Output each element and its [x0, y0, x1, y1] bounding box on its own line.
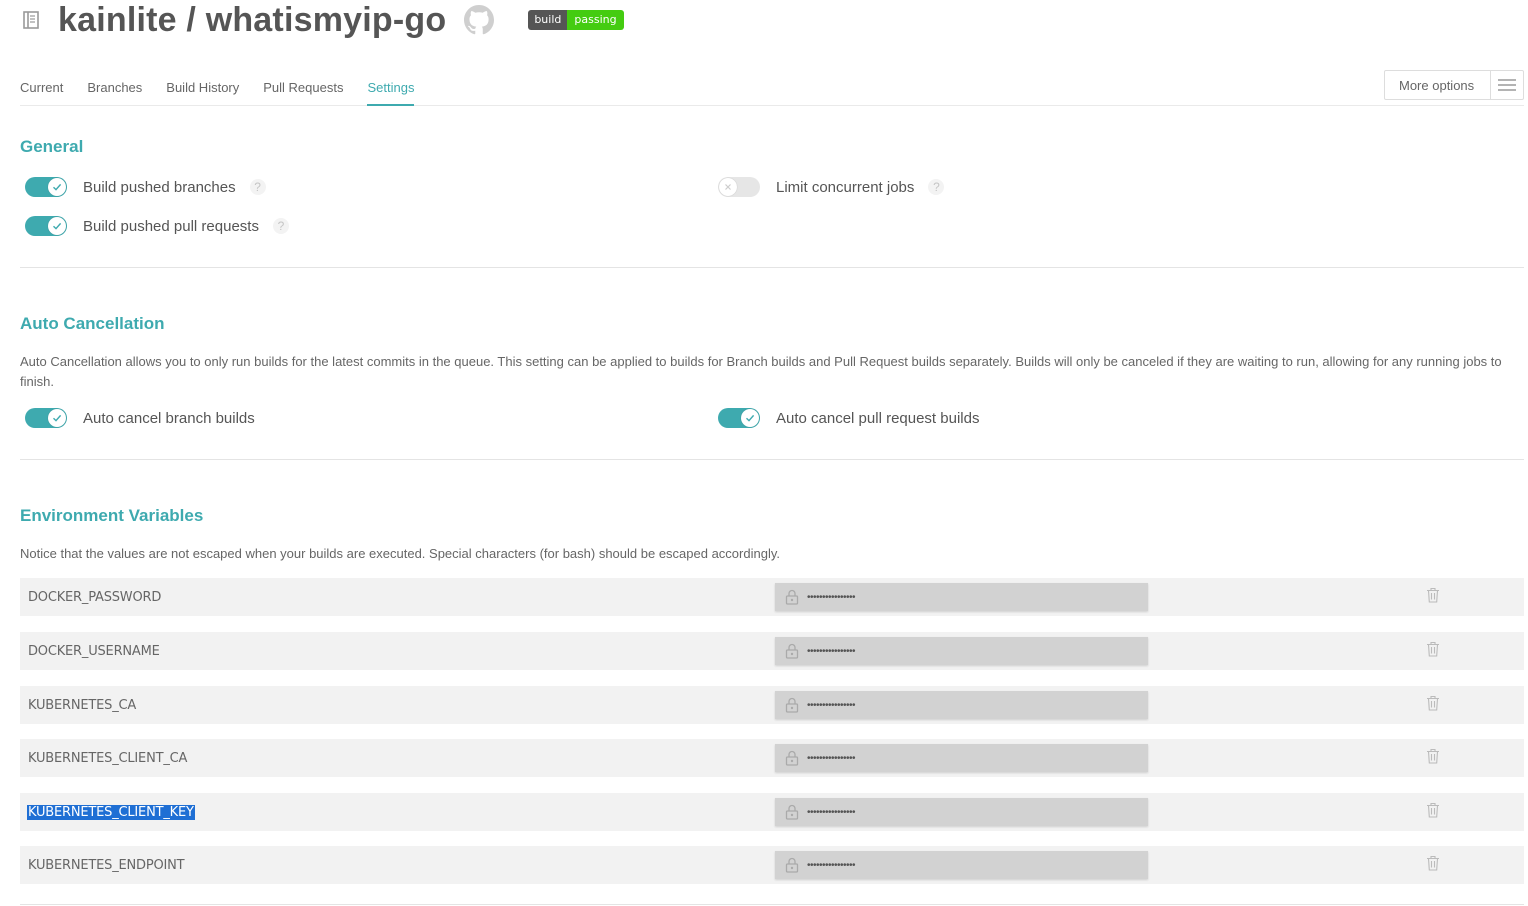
- build-pushed-branches-setting: Build pushed branches ?: [20, 175, 266, 199]
- trash-icon[interactable]: [1426, 587, 1440, 603]
- auto-cancel-branch-setting: Auto cancel branch builds: [20, 406, 255, 430]
- env-var-value: ••••••••••••••••: [775, 744, 1148, 772]
- build-pushed-pull-requests-label: Build pushed pull requests: [83, 217, 259, 235]
- lock-icon: [784, 803, 800, 821]
- build-pushed-pull-requests-setting: Build pushed pull requests ?: [20, 214, 289, 238]
- env-var-name[interactable]: KUBERNETES_CLIENT_KEY: [27, 805, 195, 820]
- tab-branches[interactable]: Branches: [87, 70, 142, 106]
- badge-status: passing: [567, 10, 624, 30]
- trash-icon[interactable]: [1426, 855, 1440, 871]
- help-question-icon[interactable]: ?: [928, 179, 945, 195]
- general-section-title: General: [20, 137, 84, 156]
- masked-value: ••••••••••••••••: [807, 752, 856, 764]
- auto-cancel-branch-label: Auto cancel branch builds: [83, 409, 255, 427]
- more-options-label: More options: [1399, 77, 1475, 93]
- lock-icon: [784, 856, 800, 874]
- auto-cancel-branch-toggle[interactable]: [25, 408, 67, 428]
- tab-settings[interactable]: Settings: [367, 70, 415, 106]
- help-question-icon[interactable]: ?: [249, 179, 266, 195]
- env-var-name[interactable]: DOCKER_PASSWORD: [28, 590, 161, 605]
- env-var-value: ••••••••••••••••: [775, 583, 1148, 611]
- env-var-name[interactable]: KUBERNETES_ENDPOINT: [28, 858, 185, 873]
- lock-icon: [784, 588, 800, 606]
- env-var-name[interactable]: KUBERNETES_CLIENT_CA: [28, 751, 187, 766]
- checkmark-icon: [741, 409, 759, 427]
- env-var-value: ••••••••••••••••: [775, 798, 1148, 826]
- auto-cancel-pr-setting: Auto cancel pull request builds: [713, 406, 979, 430]
- env-var-row: DOCKER_USERNAME ••••••••••••••••: [20, 632, 1524, 670]
- env-var-name[interactable]: DOCKER_USERNAME: [28, 644, 160, 659]
- env-var-row: DOCKER_PASSWORD ••••••••••••••••: [20, 578, 1524, 616]
- limit-concurrent-jobs-setting: Limit concurrent jobs ?: [713, 175, 945, 199]
- masked-value: ••••••••••••••••: [807, 591, 856, 603]
- auto-cancel-pr-label: Auto cancel pull request builds: [776, 409, 980, 427]
- limit-concurrent-jobs-toggle[interactable]: [718, 177, 760, 197]
- env-var-value: ••••••••••••••••: [775, 637, 1148, 665]
- auto-cancellation-description: Auto Cancellation allows you to only run…: [20, 354, 1502, 389]
- lock-icon: [784, 642, 800, 660]
- masked-value: ••••••••••••••••: [807, 699, 856, 711]
- env-var-value: ••••••••••••••••: [775, 691, 1148, 719]
- trash-icon[interactable]: [1426, 748, 1440, 764]
- limit-concurrent-jobs-label: Limit concurrent jobs: [776, 178, 915, 196]
- lock-icon: [784, 749, 800, 767]
- masked-value: ••••••••••••••••: [807, 859, 856, 871]
- build-pushed-branches-label: Build pushed branches: [83, 178, 236, 196]
- build-pushed-pull-requests-toggle[interactable]: [25, 216, 67, 236]
- help-question-icon[interactable]: ?: [272, 218, 289, 234]
- masked-value: ••••••••••••••••: [807, 645, 856, 657]
- environment-variables-section-title: Environment Variables: [20, 506, 204, 525]
- auto-cancellation-section-title: Auto Cancellation: [20, 314, 165, 333]
- section-divider: [20, 904, 1524, 905]
- repo-header: kainlite / whatismyip-go build passing: [20, 0, 624, 40]
- repo-book-icon: [20, 8, 42, 32]
- environment-variables-notice: Notice that the values are not escaped w…: [20, 546, 780, 561]
- build-pushed-branches-toggle[interactable]: [25, 177, 67, 197]
- x-mark-icon: [719, 178, 737, 196]
- repo-title[interactable]: kainlite / whatismyip-go: [58, 2, 446, 38]
- checkmark-icon: [48, 178, 66, 196]
- build-status-badge[interactable]: build passing: [528, 10, 624, 30]
- section-divider: [20, 267, 1524, 268]
- tab-build-history[interactable]: Build History: [166, 70, 239, 106]
- section-divider: [20, 459, 1524, 460]
- env-var-row: KUBERNETES_CLIENT_CA ••••••••••••••••: [20, 739, 1524, 777]
- env-var-value: ••••••••••••••••: [775, 851, 1148, 879]
- auto-cancel-pr-toggle[interactable]: [718, 408, 760, 428]
- trash-icon[interactable]: [1426, 695, 1440, 711]
- env-var-name[interactable]: KUBERNETES_CA: [28, 698, 136, 713]
- more-options-button[interactable]: More options: [1384, 70, 1524, 100]
- masked-value: ••••••••••••••••: [807, 806, 856, 818]
- github-octocat-icon[interactable]: [464, 5, 495, 35]
- trash-icon[interactable]: [1426, 802, 1440, 818]
- lock-icon: [784, 696, 800, 714]
- trash-icon[interactable]: [1426, 641, 1440, 657]
- repo-tabs: Current Branches Build History Pull Requ…: [20, 70, 1524, 106]
- hamburger-menu-icon[interactable]: [1490, 71, 1523, 99]
- env-var-row: KUBERNETES_ENDPOINT ••••••••••••••••: [20, 846, 1524, 884]
- tab-pull-requests[interactable]: Pull Requests: [263, 70, 343, 106]
- tab-current[interactable]: Current: [20, 70, 63, 106]
- checkmark-icon: [48, 217, 66, 235]
- env-var-row: KUBERNETES_CA ••••••••••••••••: [20, 686, 1524, 724]
- checkmark-icon: [48, 409, 66, 427]
- badge-label: build: [528, 10, 568, 30]
- env-var-row: KUBERNETES_CLIENT_KEY ••••••••••••••••: [20, 793, 1524, 831]
